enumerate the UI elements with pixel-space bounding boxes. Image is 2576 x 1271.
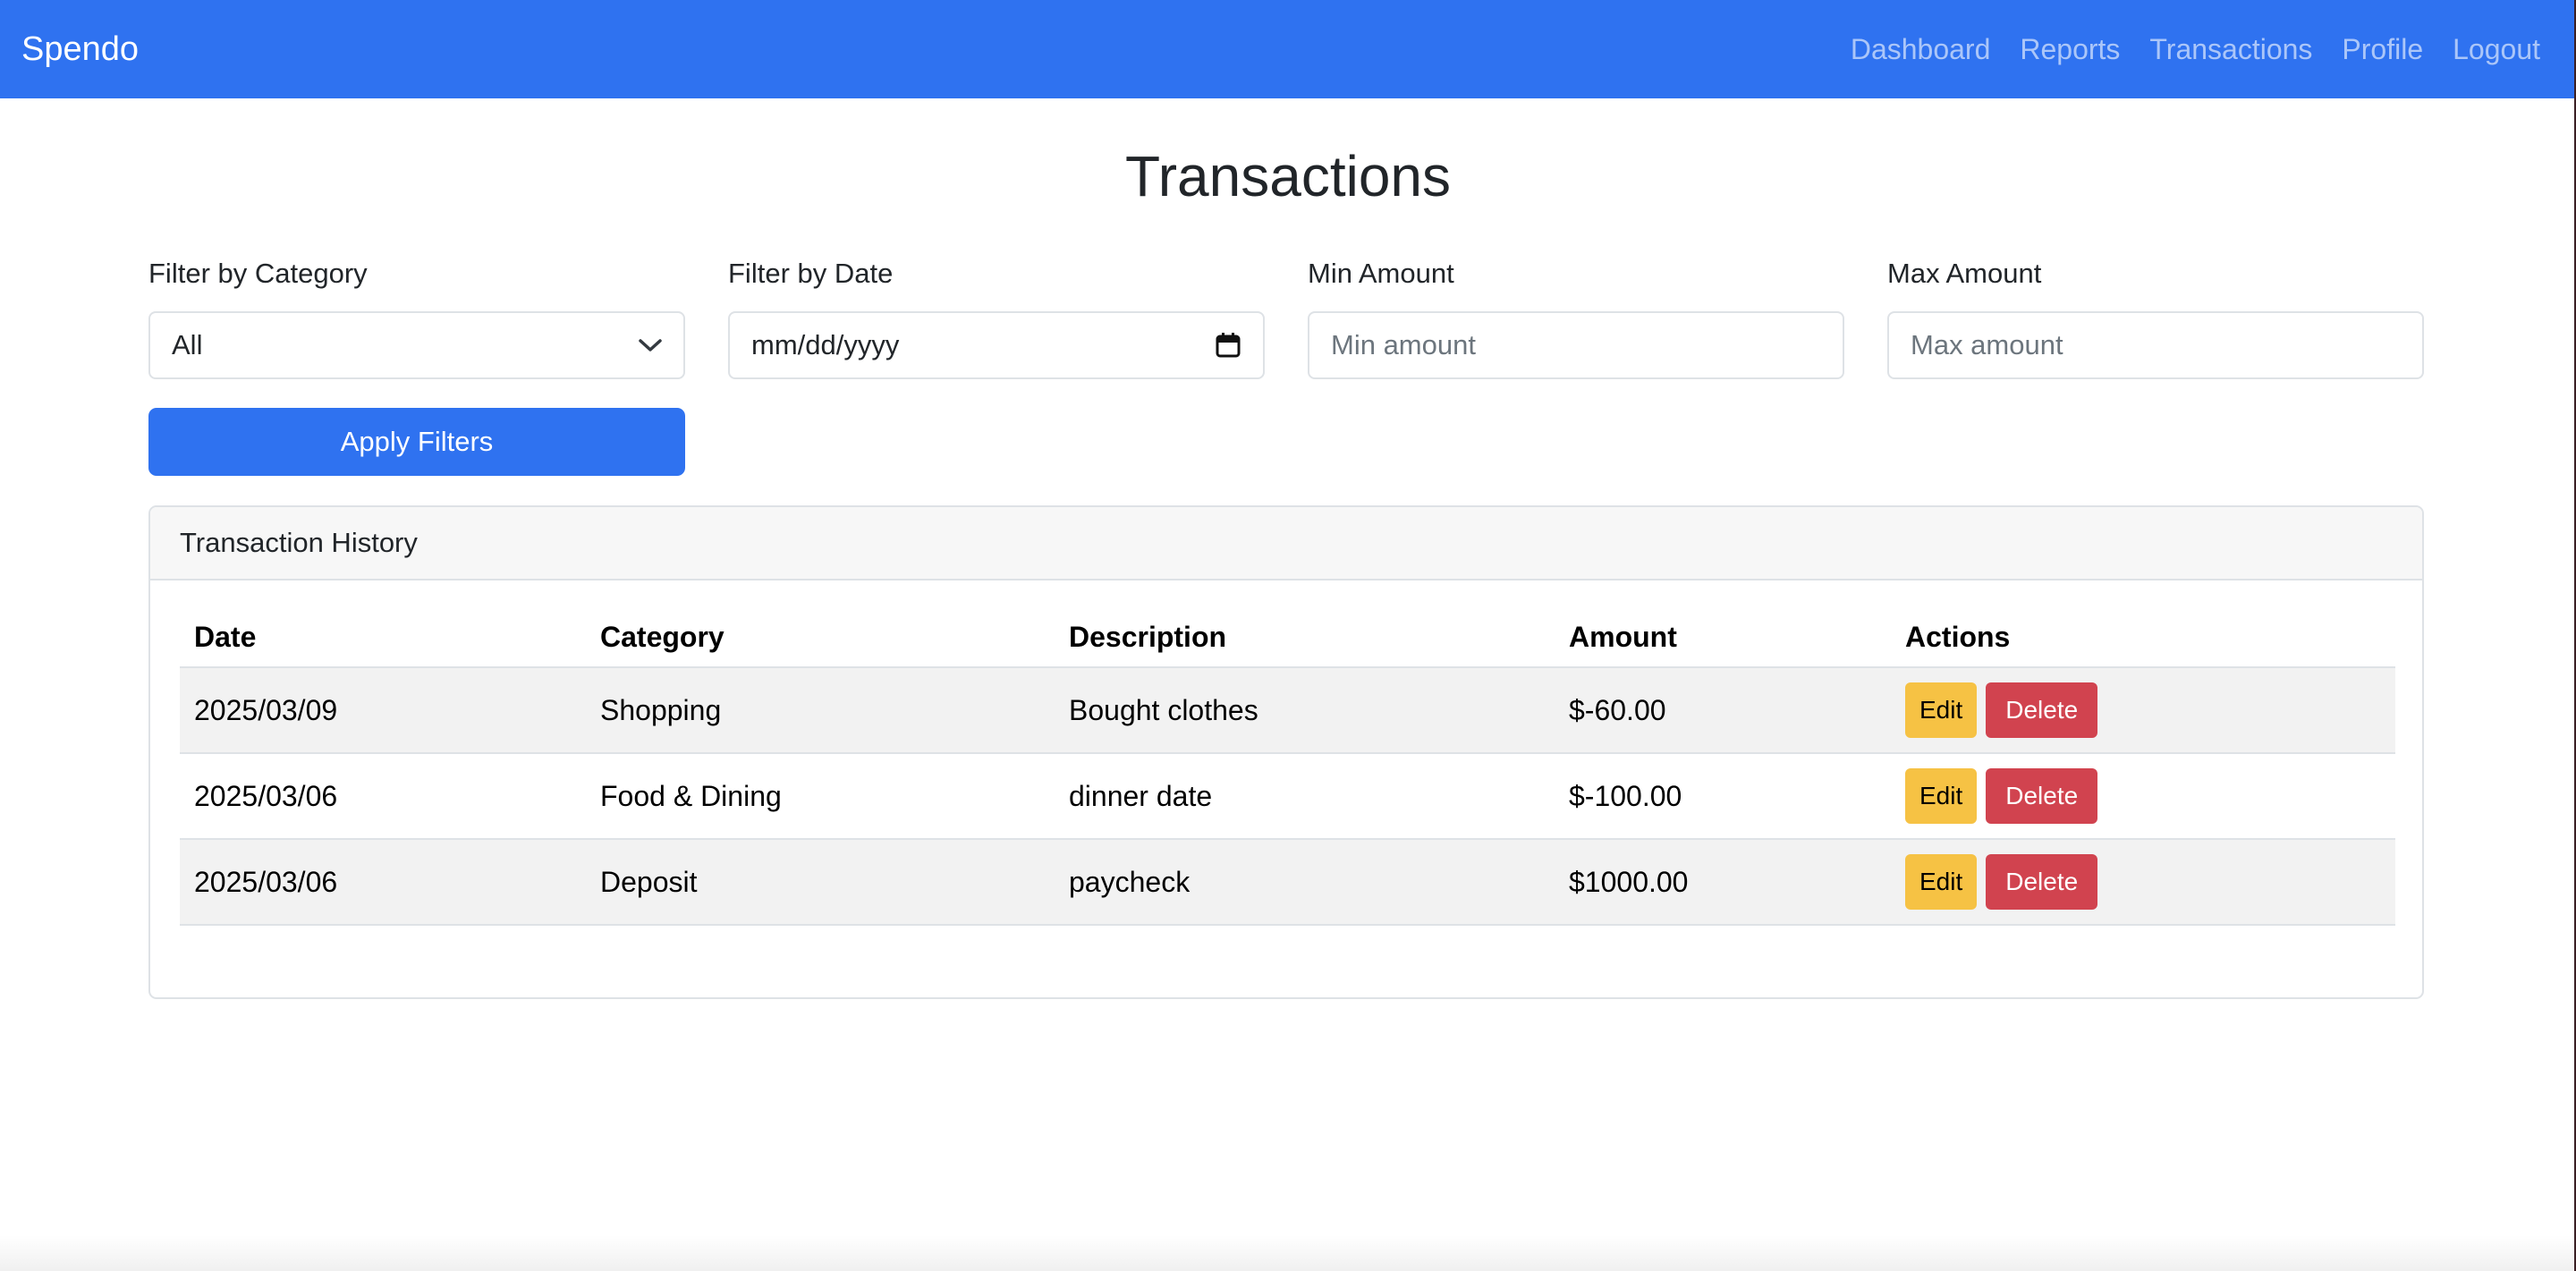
column-header-actions: Actions [1905,620,2011,653]
nav-link-dashboard[interactable]: Dashboard [1851,33,1991,66]
edit-button[interactable]: Edit [1905,854,1978,910]
cell-actions: Edit Delete [1891,682,2395,738]
min-amount-group: Min Amount Min amount [1308,258,1844,379]
cell-description: dinner date [1069,779,1213,812]
nav-link-profile[interactable]: Profile [2342,33,2423,66]
nav-link-transactions[interactable]: Transactions [2149,33,2312,66]
card-header: Transaction History [150,507,2422,580]
cell-description: Bought clothes [1069,693,1258,726]
delete-button[interactable]: Delete [1986,682,2098,738]
table-header: Date Category Description Amount Actions [180,607,2395,668]
column-header-category: Category [600,620,724,653]
cell-amount: $-60.00 [1569,693,1666,726]
delete-button[interactable]: Delete [1986,768,2098,824]
cell-category: Shopping [600,693,722,726]
min-amount-input[interactable]: Min amount [1308,311,1844,379]
column-header-amount: Amount [1569,620,1677,653]
date-input[interactable]: mm/dd/yyyy [728,311,1265,379]
max-amount-label: Max Amount [1887,258,2042,289]
cell-description: paycheck [1069,865,1191,898]
edit-button[interactable]: Edit [1905,682,1978,738]
max-amount-group: Max Amount Max amount [1887,258,2424,379]
cell-date: 2025/03/09 [194,693,338,726]
category-select[interactable]: All [148,311,685,379]
cell-date: 2025/03/06 [194,779,338,812]
cell-date: 2025/03/06 [194,865,338,898]
table-row: 2025/03/06 Food & Dining dinner date $-1… [180,754,2395,840]
column-header-date: Date [194,620,257,653]
bottom-shadow [0,1235,2576,1271]
date-filter-group: Filter by Date mm/dd/yyyy [728,258,1265,379]
page-title: Transactions [1125,144,1451,208]
cell-amount: $-100.00 [1569,779,1682,812]
date-filter-label: Filter by Date [728,258,894,289]
cell-category: Deposit [600,865,698,898]
category-select-value: All [172,329,203,360]
min-amount-label: Min Amount [1308,258,1454,289]
cell-category: Food & Dining [600,779,782,812]
cell-actions: Edit Delete [1891,768,2395,824]
cell-amount: $1000.00 [1569,865,1689,898]
table-row: 2025/03/06 Deposit paycheck $1000.00 Edi… [180,840,2395,926]
max-amount-placeholder: Max amount [1911,329,2063,360]
category-filter-label: Filter by Category [148,258,368,289]
edit-button[interactable]: Edit [1905,768,1978,824]
apply-filters-button[interactable]: Apply Filters [148,408,685,476]
delete-button[interactable]: Delete [1986,854,2098,910]
brand-logo[interactable]: Spendo [21,30,139,69]
max-amount-input[interactable]: Max amount [1887,311,2424,379]
navbar: Spendo Dashboard Reports Transactions Pr… [0,0,2576,98]
chevron-down-icon [639,338,662,352]
transactions-table: Date Category Description Amount Actions… [180,607,2395,926]
nav-link-reports[interactable]: Reports [2020,33,2120,66]
category-filter-group: Filter by Category All [148,258,685,379]
calendar-icon[interactable] [1215,332,1241,359]
min-amount-placeholder: Min amount [1331,329,1476,360]
column-header-description: Description [1069,620,1227,653]
transaction-history-card: Transaction History Date Category Descri… [148,505,2424,999]
nav-links: Dashboard Reports Transactions Profile L… [1851,33,2540,66]
cell-actions: Edit Delete [1891,854,2395,910]
nav-link-logout[interactable]: Logout [2453,33,2540,66]
table-row: 2025/03/09 Shopping Bought clothes $-60.… [180,668,2395,754]
date-input-placeholder: mm/dd/yyyy [751,329,900,360]
